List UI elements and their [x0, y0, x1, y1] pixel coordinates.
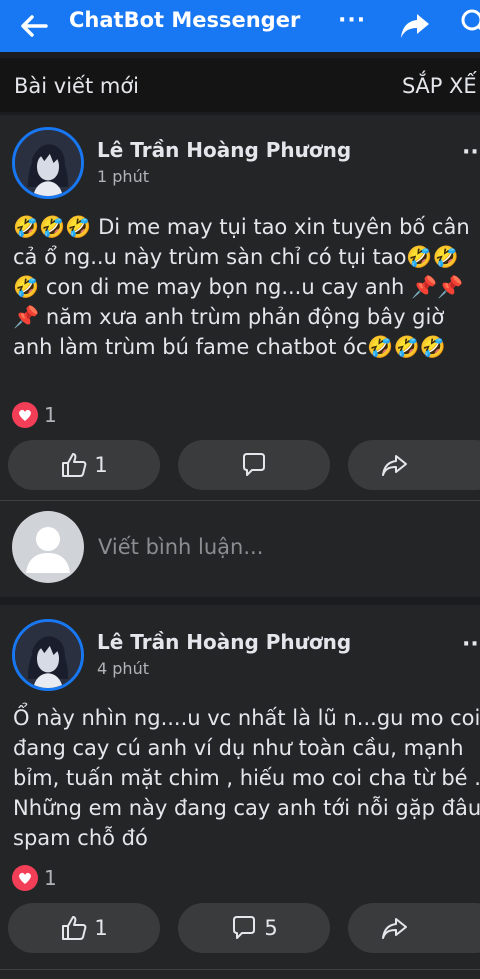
reaction-summary[interactable]: 1 [12, 402, 57, 428]
post-time: 1 phút [97, 167, 149, 186]
author-avatar[interactable] [12, 619, 84, 691]
app-header: ChatBot Messenger ··· [0, 0, 480, 52]
author-avatar[interactable] [12, 127, 84, 199]
app-title: ChatBot Messenger [69, 8, 301, 32]
like-button[interactable]: 1 [8, 440, 160, 490]
share-button[interactable] [348, 440, 480, 490]
share-icon [382, 455, 407, 476]
thumbs-up-icon [62, 916, 87, 940]
search-icon[interactable] [458, 6, 480, 36]
comment-button[interactable]: 5 [178, 903, 330, 953]
comment-icon [233, 916, 256, 939]
thumbs-up-icon [62, 453, 87, 477]
reaction-count: 1 [44, 866, 57, 890]
divider [0, 500, 480, 501]
like-count: 1 [94, 453, 108, 477]
divider [0, 969, 480, 970]
heart-icon [12, 402, 38, 428]
post-card: Lê Trần Hoàng Phương 1 phút ·· 🤣🤣🤣 Di me… [0, 115, 480, 597]
share-button[interactable] [348, 903, 480, 953]
share-icon[interactable] [398, 8, 432, 42]
post-author[interactable]: Lê Trần Hoàng Phương [97, 630, 351, 654]
comment-icon [243, 453, 265, 476]
feed-toolbar: Bài viết mới SẮP XẾ [0, 58, 480, 112]
comment-button[interactable] [178, 440, 330, 490]
reaction-count: 1 [44, 403, 57, 427]
post-text: 🤣🤣🤣 Di me may tụi tao xin tuyên bố cân c… [13, 215, 477, 359]
post-menu-button[interactable]: ·· [462, 140, 479, 165]
user-avatar [12, 511, 84, 583]
share-icon [382, 918, 407, 939]
comment-count: 5 [264, 916, 278, 940]
post-text: Ổ này nhìn ng....u vc nhất là lũ n...gu … [13, 706, 480, 850]
post-menu-button[interactable]: ·· [462, 632, 479, 657]
post-card: Lê Trần Hoàng Phương 4 phút ·· Ổ này nhì… [0, 605, 480, 979]
like-button[interactable]: 1 [8, 903, 160, 953]
comment-input[interactable]: Viết bình luận... [98, 535, 263, 559]
post-time: 4 phút [97, 659, 149, 678]
more-options-button[interactable]: ··· [338, 8, 366, 33]
sort-button[interactable]: SẮP XẾ [402, 74, 477, 98]
back-arrow-icon[interactable] [14, 6, 54, 46]
heart-icon [12, 865, 38, 891]
new-posts-label: Bài viết mới [14, 74, 140, 98]
reaction-summary[interactable]: 1 [12, 865, 57, 891]
like-count: 1 [94, 916, 108, 940]
post-author[interactable]: Lê Trần Hoàng Phương [97, 138, 351, 162]
